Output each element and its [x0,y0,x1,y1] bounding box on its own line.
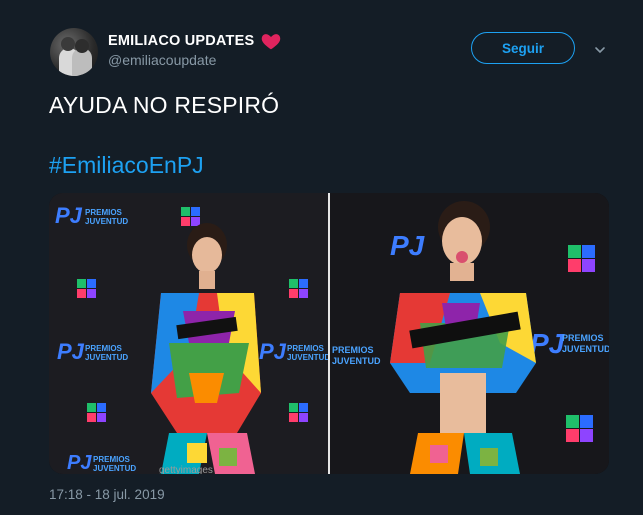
svg-text:PJ: PJ [390,230,426,261]
svg-text:PREMIOS: PREMIOS [93,455,131,464]
getty-watermark: gettyimages [159,465,213,474]
svg-text:PREMIOS: PREMIOS [287,344,325,353]
svg-text:JUVENTUD: JUVENTUD [85,217,128,226]
svg-text:PREMIOS: PREMIOS [562,333,604,343]
svg-text:JUVENTUD: JUVENTUD [562,344,609,354]
tweet-text: AYUDA NO RESPIRÓ [49,92,280,118]
photo-left[interactable]: PJ PREMIOS JUVENTUD PJ PREMIOS JUVENTUD … [49,193,328,474]
media-grid: PJ PREMIOS JUVENTUD PJ PREMIOS JUVENTUD … [49,193,609,474]
svg-text:PJ: PJ [55,203,83,228]
chevron-down-icon[interactable] [594,44,606,56]
heart-icon [262,34,281,50]
svg-text:PREMIOS: PREMIOS [85,344,123,353]
avatar[interactable] [50,28,98,76]
svg-text:PJ: PJ [259,339,287,364]
avatar-head [75,39,89,53]
svg-text:PREMIOS: PREMIOS [85,208,123,217]
avatar-head [61,37,75,51]
svg-text:JUVENTUD: JUVENTUD [287,353,328,362]
tweet-card: EMILIACO UPDATES @emiliacoupdate Seguir … [0,0,643,515]
follow-button[interactable]: Seguir [471,32,575,64]
user-name-row: EMILIACO UPDATES [108,30,282,52]
svg-text:PREMIOS: PREMIOS [332,345,374,355]
photo-left-illustration: PJ PREMIOS JUVENTUD PJ PREMIOS JUVENTUD … [49,193,328,474]
svg-text:JUVENTUD: JUVENTUD [332,356,381,366]
tweet-timestamp[interactable]: 17:18 - 18 jul. 2019 [49,487,165,502]
svg-text:JUVENTUD: JUVENTUD [93,464,136,473]
svg-text:PJ: PJ [67,452,92,474]
display-name[interactable]: EMILIACO UPDATES [108,33,254,49]
photo-right[interactable]: PJ PJ PREMIOS JUVENTUD PREMIOS JUVENTUD [330,193,609,474]
svg-text:PJ: PJ [530,328,566,359]
svg-text:PJ: PJ [57,339,85,364]
hashtag-link[interactable]: #EmiliacoEnPJ [49,152,204,179]
svg-text:JUVENTUD: JUVENTUD [85,353,128,362]
photo-right-illustration: PJ PJ PREMIOS JUVENTUD PREMIOS JUVENTUD [330,193,609,474]
user-handle[interactable]: @emiliacoupdate [108,52,216,68]
